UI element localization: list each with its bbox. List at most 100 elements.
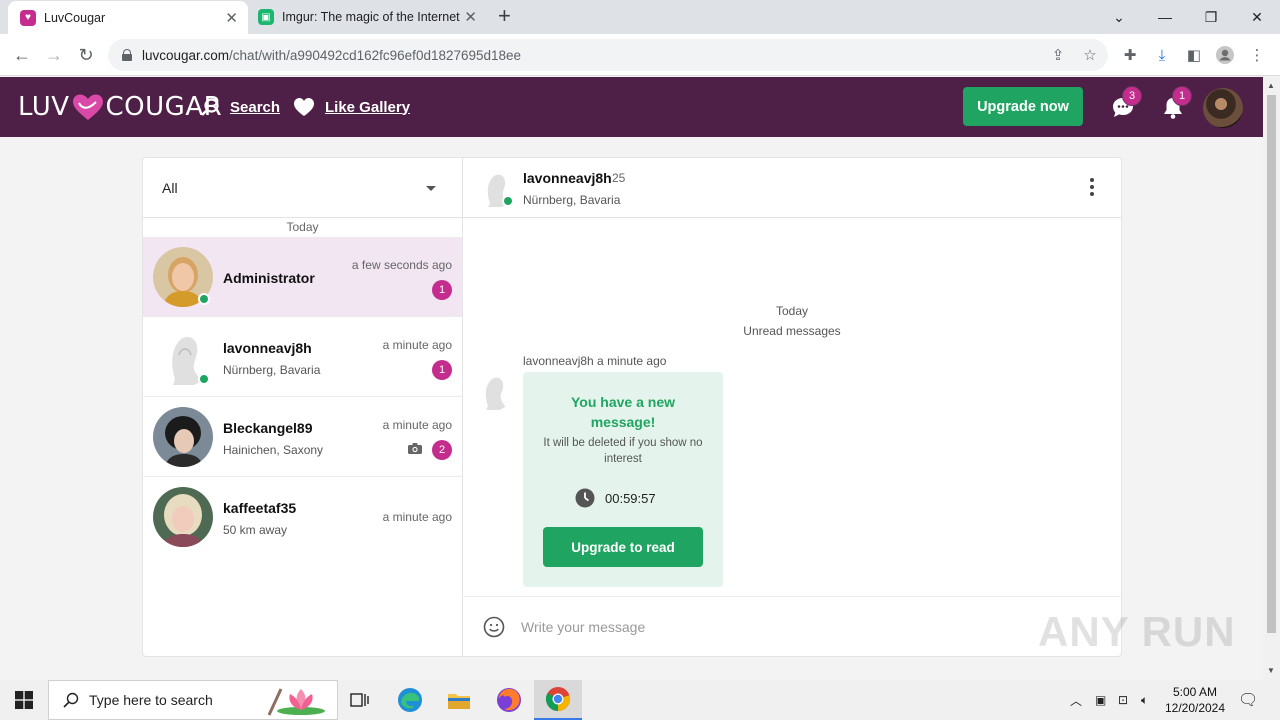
chrome-icon[interactable] bbox=[534, 680, 582, 720]
conversation-time: a minute ago bbox=[382, 510, 452, 524]
camera-icon bbox=[408, 443, 422, 454]
scroll-up-icon[interactable]: ▲ bbox=[1267, 81, 1275, 90]
notifications-count-badge: 1 bbox=[1172, 86, 1192, 106]
browser-menu-icon[interactable]: ⋮ bbox=[1247, 45, 1267, 65]
unread-count-badge: 1 bbox=[432, 360, 452, 380]
luvcougar-favicon-icon: ♥ bbox=[20, 9, 36, 26]
tab-search-icon[interactable]: ⌄ bbox=[1096, 0, 1142, 34]
conversation-time: a minute ago bbox=[382, 338, 452, 352]
download-icon[interactable]: ⤓ bbox=[1152, 45, 1172, 65]
nav-like-gallery-link[interactable]: Like Gallery bbox=[293, 97, 410, 117]
bookmark-star-icon[interactable]: ☆ bbox=[1080, 45, 1100, 65]
taskbar-search-box[interactable]: Type here to search bbox=[48, 680, 338, 720]
restore-icon[interactable]: ❐ bbox=[1188, 0, 1234, 34]
profile-icon[interactable] bbox=[1215, 45, 1235, 65]
conversation-location: Hainichen, Saxony bbox=[223, 443, 324, 457]
conversation-time: a minute ago bbox=[382, 418, 452, 432]
conversation-list: All Today Administrator a few seconds ag… bbox=[143, 158, 463, 656]
share-icon[interactable]: ⇪ bbox=[1048, 45, 1068, 65]
default-avatar-icon bbox=[473, 371, 513, 411]
chat-header: lavonneavj8h 25 Nürnberg, Bavaria bbox=[463, 158, 1121, 218]
avatar bbox=[153, 407, 213, 467]
site-logo[interactable]: LUV COUGAR bbox=[18, 91, 222, 123]
task-view-icon[interactable] bbox=[336, 680, 384, 720]
taskbar-clock[interactable]: 5:00 AM 12/20/2024 bbox=[1160, 684, 1230, 716]
forward-icon[interactable]: → bbox=[41, 42, 67, 68]
caret-down-icon bbox=[426, 186, 436, 191]
conversation-filter-select[interactable]: All bbox=[143, 158, 462, 218]
browser-tab-strip: ♥ LuvCougar ✕ ▣ Imgur: The magic of the … bbox=[0, 0, 1280, 34]
address-bar[interactable]: luvcougar.com/chat/with/a990492cd162fc96… bbox=[108, 39, 1108, 71]
tab-imgur[interactable]: ▣ Imgur: The magic of the Internet ✕ bbox=[252, 0, 487, 34]
show-hidden-icons-icon[interactable]: ︿ bbox=[1070, 680, 1082, 720]
clock-time: 5:00 AM bbox=[1172, 685, 1218, 699]
firefox-icon[interactable] bbox=[485, 680, 533, 720]
online-indicator bbox=[198, 293, 210, 305]
scrollbar-thumb[interactable] bbox=[1267, 95, 1276, 633]
file-explorer-icon[interactable] bbox=[435, 680, 483, 720]
logo-heart-icon bbox=[72, 94, 103, 120]
logo-text-left: LUV bbox=[18, 92, 70, 122]
emoji-icon[interactable] bbox=[483, 616, 505, 638]
more-options-icon[interactable] bbox=[1089, 178, 1095, 198]
chat-panel: All Today Administrator a few seconds ag… bbox=[142, 157, 1122, 657]
conversation-item-kaffeetaf35[interactable]: kaffeetaf35 50 km away a minute ago bbox=[143, 477, 462, 557]
unread-messages-label: Unread messages bbox=[743, 324, 841, 338]
extensions-icon[interactable]: ✚ bbox=[1120, 45, 1140, 65]
conversation-name: lavonneavj8h bbox=[223, 340, 312, 356]
conversation-distance: 50 km away bbox=[223, 523, 288, 537]
upgrade-to-read-button[interactable]: Upgrade to read bbox=[543, 527, 703, 567]
unread-count-badge: 2 bbox=[432, 440, 452, 460]
countdown-value: 00:59:57 bbox=[605, 490, 656, 506]
back-icon[interactable]: ← bbox=[9, 42, 35, 68]
reload-icon[interactable]: ↻ bbox=[73, 42, 99, 68]
conversation-item-bleckangel89[interactable]: Bleckangel89 Hainichen, Saxony a minute … bbox=[143, 397, 462, 477]
edge-browser-icon[interactable] bbox=[386, 680, 434, 720]
lotus-flower-icon bbox=[267, 688, 325, 716]
windows-start-icon[interactable] bbox=[0, 680, 48, 720]
browser-toolbar: ← → ↻ luvcougar.com/chat/with/a990492cd1… bbox=[0, 34, 1280, 76]
chat-partner-name[interactable]: lavonneavj8h bbox=[523, 170, 612, 186]
tab-luvcougar[interactable]: ♥ LuvCougar ✕ bbox=[8, 1, 248, 34]
conversation-time: a few seconds ago bbox=[351, 258, 452, 272]
conversation-name: Bleckangel89 bbox=[223, 420, 313, 436]
user-avatar[interactable] bbox=[1203, 88, 1243, 128]
minimize-icon[interactable]: — bbox=[1142, 0, 1188, 34]
device-icon[interactable]: ▣ bbox=[1095, 680, 1106, 720]
message-day-label: Today bbox=[775, 304, 809, 318]
message-input[interactable] bbox=[521, 615, 1061, 639]
conversation-item-administrator[interactable]: Administrator a few seconds ago 1 bbox=[143, 237, 462, 317]
online-indicator bbox=[502, 195, 514, 207]
heart-icon bbox=[294, 98, 314, 116]
taskbar-search-placeholder: Type here to search bbox=[89, 692, 213, 708]
close-window-icon[interactable]: ✕ bbox=[1234, 0, 1280, 34]
upgrade-now-button[interactable]: Upgrade now bbox=[963, 87, 1083, 126]
nav-search-label: Search bbox=[230, 98, 281, 116]
scroll-down-icon[interactable]: ▼ bbox=[1267, 666, 1275, 675]
tab-title: Imgur: The magic of the Internet bbox=[282, 10, 460, 24]
network-icon[interactable]: ⊡ bbox=[1118, 680, 1128, 720]
message-meta: lavonneavj8h a minute ago bbox=[523, 354, 667, 368]
bubble-title: You have a new message! bbox=[571, 394, 675, 430]
volume-icon[interactable]: 🔈︎ bbox=[1141, 680, 1148, 720]
nav-like-gallery-label: Like Gallery bbox=[325, 98, 411, 116]
close-tab-icon[interactable]: ✕ bbox=[464, 8, 477, 26]
filter-value: All bbox=[162, 180, 178, 196]
chat-partner-age: 25 bbox=[612, 171, 626, 185]
side-panel-icon[interactable]: ◧ bbox=[1184, 45, 1204, 65]
page-scrollbar[interactable]: ▲ ▼ bbox=[1263, 77, 1280, 680]
conversation-location: Nürnberg, Bavaria bbox=[223, 363, 321, 377]
lock-icon bbox=[122, 49, 132, 61]
new-tab-icon[interactable]: + bbox=[498, 5, 511, 27]
nav-search-link[interactable]: Search bbox=[200, 97, 280, 117]
notifications-center-icon[interactable]: 🗨︎ bbox=[1238, 680, 1258, 720]
locked-message-bubble: You have a new message! It will be delet… bbox=[523, 372, 723, 587]
conversation-item-lavonneavj8h[interactable]: lavonneavj8h Nürnberg, Bavaria a minute … bbox=[143, 317, 462, 397]
day-separator: Today bbox=[286, 220, 319, 234]
url-host: luvcougar.com bbox=[142, 47, 230, 63]
clock-icon bbox=[575, 488, 595, 508]
watermark-logo: ANY RUN bbox=[1038, 608, 1236, 655]
close-tab-icon[interactable]: ✕ bbox=[225, 9, 238, 27]
conversation-name: Administrator bbox=[223, 270, 315, 286]
search-icon bbox=[201, 98, 219, 116]
